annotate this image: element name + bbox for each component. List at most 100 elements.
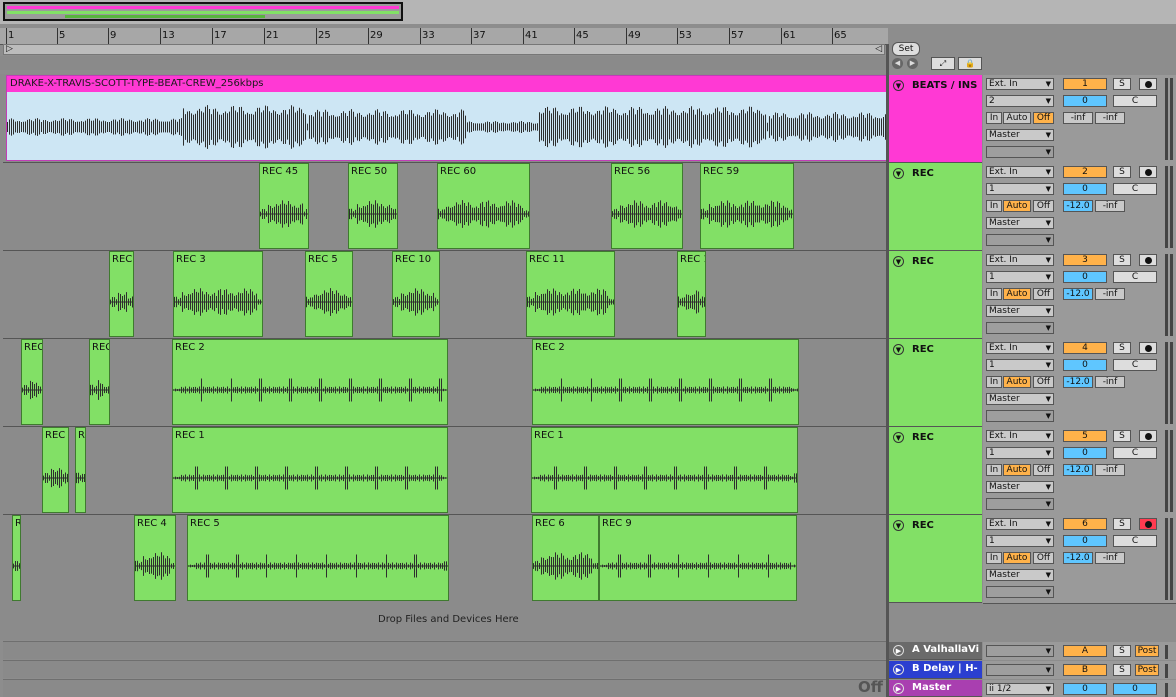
output-select[interactable]: Master [986,393,1054,405]
input-type-select[interactable]: Ext. In [986,166,1054,178]
pan-field[interactable]: C [1113,359,1157,371]
beat-time-ruler[interactable]: 1 5 9 13 17 21 25 29 33 37 41 45 49 53 57 61 65 [0,28,888,45]
loop-end-icon[interactable]: ◁ [875,44,882,54]
master-pan-field[interactable]: 0 [1113,683,1157,695]
monitor-off-button[interactable]: Off [1033,200,1054,212]
input-channel-select[interactable]: 1 [986,271,1054,283]
loop-start-icon[interactable]: ▷ [6,44,13,54]
monitor-auto-button[interactable]: Auto [1003,464,1031,476]
input-type-select[interactable]: Ext. In [986,78,1054,90]
return-post-button[interactable]: Post [1135,664,1159,676]
input-channel-select[interactable]: 2 [986,95,1054,107]
audio-clip[interactable]: REC 50 [348,163,398,249]
rec-track-lane[interactable]: REC 45 REC 50 REC 60 REC 56 REC 59 [3,162,886,251]
input-channel-select[interactable]: 1 [986,359,1054,371]
arrangement-overview[interactable] [0,0,1176,24]
return-solo-button[interactable]: S [1113,645,1131,657]
track-activator-button[interactable]: 6 [1063,518,1107,530]
solo-button[interactable]: S [1113,78,1131,90]
audio-clip[interactable]: REC 4 [134,515,176,601]
monitor-in-button[interactable]: In [986,376,1002,388]
return-lane-a[interactable] [3,641,886,659]
return-track-header[interactable]: ▶ A ValhallaVi [889,642,982,660]
master-volume-field[interactable]: 0 [1063,683,1107,695]
track-name[interactable]: REC [912,344,934,355]
monitor-off-button[interactable]: Off [1033,464,1054,476]
audio-clip[interactable]: REC 5 [187,515,449,601]
overview-viewport[interactable] [3,2,403,21]
audio-clip[interactable]: REC 60 [437,163,530,249]
sub-output-select[interactable] [986,234,1054,246]
track-volume-readout[interactable]: -12.0 [1063,288,1093,300]
track-fold-icon[interactable]: ▼ [893,168,904,179]
arrangement-view[interactable]: DRAKE-X-TRAVIS-SCOTT-TYPE-BEAT-CREW_256k… [0,74,889,603]
audio-clip[interactable]: REC 10 [392,251,440,337]
audio-track-lane[interactable]: DRAKE-X-TRAVIS-SCOTT-TYPE-BEAT-CREW_256k… [3,74,889,163]
output-select[interactable]: Master [986,481,1054,493]
monitor-off-button[interactable]: Off [1033,112,1054,124]
track-header[interactable]: ▼ REC [889,427,982,515]
input-type-select[interactable]: Ext. In [986,518,1054,530]
master-track-name[interactable]: Master [912,682,951,693]
input-type-select[interactable]: Ext. In [986,254,1054,266]
track-fold-icon[interactable]: ▼ [893,344,904,355]
return-track-header[interactable]: ▶ B Delay | H- [889,661,982,679]
sub-output-select[interactable] [986,146,1054,158]
master-fold-icon[interactable]: ▶ [893,683,904,694]
track-volume-readout[interactable]: -12.0 [1063,552,1093,564]
audio-clip[interactable]: REC [109,251,134,337]
return-fold-icon[interactable]: ▶ [893,645,904,656]
track-volume-readout[interactable]: -12.0 [1063,464,1093,476]
return-track-name[interactable]: B Delay | H- [912,663,978,674]
return-activator-button[interactable]: B [1063,664,1107,676]
monitor-auto-button[interactable]: Auto [1003,200,1031,212]
track-name[interactable]: REC [912,520,934,531]
track-header[interactable]: ▼ REC [889,251,982,339]
audio-clip[interactable]: DRAKE-X-TRAVIS-SCOTT-TYPE-BEAT-CREW_256k… [6,75,889,161]
rec-track-lane[interactable]: REC REC 3 REC 5 REC 10 REC 11 REC 1 [3,250,886,339]
track-header[interactable]: ▼ REC [889,163,982,251]
audio-clip[interactable]: REC 1 [677,251,706,337]
audio-clip[interactable]: REC [21,339,43,425]
audio-clip-header[interactable]: DRAKE-X-TRAVIS-SCOTT-TYPE-BEAT-CREW_256k… [7,76,888,92]
next-locator-icon[interactable]: ▶ [907,58,918,69]
audio-clip[interactable]: REC 9 [599,515,797,601]
input-type-select[interactable]: Ext. In [986,430,1054,442]
audio-clip[interactable]: R [12,515,21,601]
pan-field[interactable]: C [1113,183,1157,195]
track-name[interactable]: BEATS / INS [912,80,977,91]
loop-brace-bar[interactable]: ▷ ◁ [3,44,885,55]
volume-field[interactable]: 0 [1063,359,1107,371]
track-header[interactable]: ▼ REC [889,339,982,427]
monitor-off-button[interactable]: Off [1033,552,1054,564]
set-locator-button[interactable]: Set [892,42,920,56]
monitor-in-button[interactable]: In [986,112,1002,124]
monitor-in-button[interactable]: In [986,464,1002,476]
return-output-select[interactable] [986,664,1054,676]
track-header[interactable]: ▼ REC [889,515,982,603]
track-fold-icon[interactable]: ▼ [893,520,904,531]
return-activator-button[interactable]: A [1063,645,1107,657]
track-fold-icon[interactable]: ▼ [893,256,904,267]
solo-button[interactable]: S [1113,166,1131,178]
monitor-in-button[interactable]: In [986,200,1002,212]
audio-clip[interactable]: REC 56 [611,163,683,249]
track-name[interactable]: REC [912,256,934,267]
arm-record-button[interactable] [1139,78,1157,90]
pan-field[interactable]: C [1113,95,1157,107]
solo-button[interactable]: S [1113,342,1131,354]
audio-clip[interactable]: REC 2 [172,339,448,425]
return-track-name[interactable]: A ValhallaVi [912,644,979,655]
sub-output-select[interactable] [986,498,1054,510]
monitor-in-button[interactable]: In [986,552,1002,564]
arm-record-button[interactable] [1139,518,1157,530]
master-lane[interactable] [3,679,886,697]
sub-output-select[interactable] [986,410,1054,422]
volume-field[interactable]: 0 [1063,447,1107,459]
return-lane-b[interactable] [3,660,886,678]
pan-field[interactable]: C [1113,271,1157,283]
rec-track-lane[interactable]: REC REC REC 2 REC 2 [3,338,886,427]
track-fold-icon[interactable]: ▼ [893,432,904,443]
audio-clip[interactable]: REC 11 [526,251,615,337]
track-activator-button[interactable]: 2 [1063,166,1107,178]
